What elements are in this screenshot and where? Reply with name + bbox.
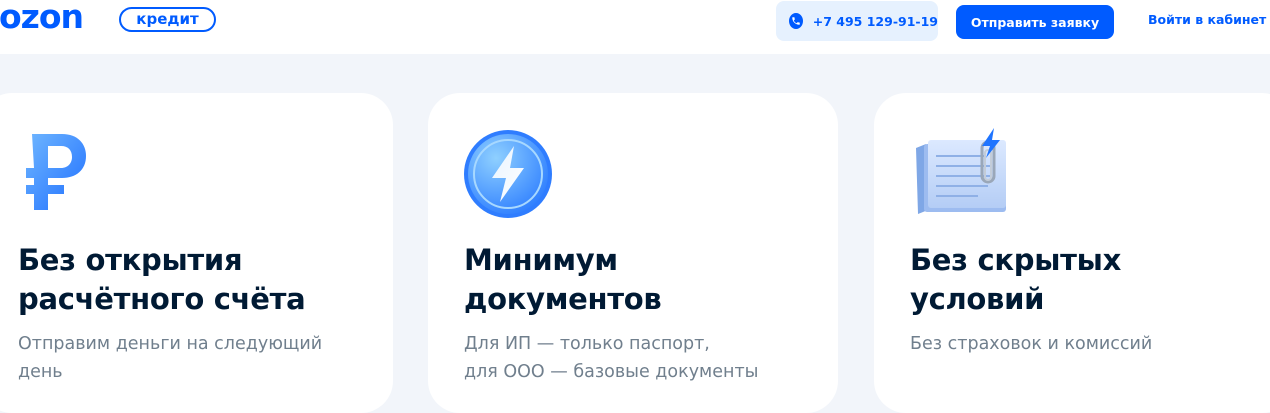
phone-number: +7 495 129-91-19 <box>812 13 938 29</box>
card-title-line: документов <box>464 282 662 316</box>
card-title-line: Без открытия <box>18 243 243 277</box>
site-header: ozon кредит +7 495 129-91-19 Отправить з… <box>0 0 1270 54</box>
card-title-line: Без скрытых <box>910 243 1122 277</box>
card-title-line: расчётного счёта <box>18 282 306 316</box>
card-desc-line: день <box>18 362 63 382</box>
card-title: Без открытия расчётного счёта <box>18 241 306 319</box>
card-description: Без страховок и комиссий <box>910 330 1152 358</box>
card-desc-line: Отправим деньги на следующий <box>18 334 323 354</box>
documents-clip-icon <box>912 128 1012 227</box>
card-description: Отправим деньги на следующий день <box>18 330 322 386</box>
card-desc-line: для ООО — базовые документы <box>464 362 759 382</box>
login-link[interactable]: Войти в кабинет <box>1148 12 1266 27</box>
phone-icon <box>789 13 803 29</box>
card-desc-line: Без страховок и комиссий <box>910 334 1153 354</box>
credit-badge[interactable]: кредит <box>119 7 216 32</box>
feature-card-min-docs: Минимум документов Для ИП — только паспо… <box>428 93 838 413</box>
card-description: Для ИП — только паспорт, для ООО — базов… <box>464 330 758 386</box>
card-title-line: условий <box>910 282 1045 316</box>
card-title: Без скрытых условий <box>910 241 1121 319</box>
feature-card-no-account: Без открытия расчётного счёта Отправим д… <box>0 93 393 413</box>
lightning-coin-icon <box>462 128 554 224</box>
ruble-icon <box>18 128 98 222</box>
card-title-line: Минимум <box>464 243 618 277</box>
ozon-logo[interactable]: ozon <box>0 0 84 38</box>
phone-link[interactable]: +7 495 129-91-19 <box>776 1 938 41</box>
apply-button[interactable]: Отправить заявку <box>956 5 1114 39</box>
feature-card-no-hidden-terms: Без скрытых условий Без страховок и коми… <box>874 93 1270 413</box>
card-desc-line: Для ИП — только паспорт, <box>464 334 710 354</box>
card-title: Минимум документов <box>464 241 662 319</box>
logo-text: ozon <box>0 0 84 36</box>
